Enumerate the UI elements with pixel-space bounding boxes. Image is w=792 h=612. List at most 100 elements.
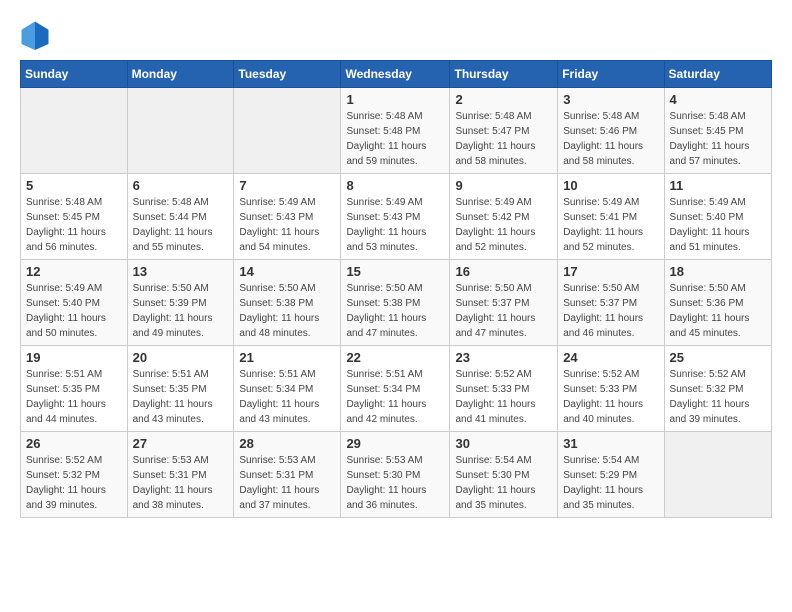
day-number: 22: [346, 350, 444, 365]
day-info: Sunrise: 5:49 AM Sunset: 5:41 PM Dayligh…: [563, 195, 658, 255]
calendar-cell: 3 Sunrise: 5:48 AM Sunset: 5:46 PM Daylig…: [558, 88, 664, 174]
calendar-cell: 13 Sunrise: 5:50 AM Sunset: 5:39 PM Dayli…: [127, 260, 234, 346]
day-info: Sunrise: 5:50 AM Sunset: 5:37 PM Dayligh…: [563, 281, 658, 341]
calendar-cell: 5Sunrise: 5:48 AM Sunset: 5:45 PM Daylig…: [21, 174, 128, 260]
day-number: 14: [239, 264, 335, 279]
day-number: 17: [563, 264, 658, 279]
header: [20, 20, 772, 50]
day-number: 30: [455, 436, 552, 451]
day-info: Sunrise: 5:51 AM Sunset: 5:35 PM Dayligh…: [26, 367, 122, 427]
calendar-cell: 30 Sunrise: 5:54 AM Sunset: 5:30 PM Dayli…: [450, 432, 558, 518]
day-number: 23: [455, 350, 552, 365]
day-info: Sunrise: 5:49 AM Sunset: 5:40 PM Dayligh…: [26, 281, 122, 341]
calendar-cell: 19 Sunrise: 5:51 AM Sunset: 5:35 PM Dayli…: [21, 346, 128, 432]
calendar-cell: [127, 88, 234, 174]
calendar-header-row: SundayMondayTuesdayWednesdayThursdayFrid…: [21, 61, 772, 88]
day-number: 5: [26, 178, 122, 193]
calendar-header-thursday: Thursday: [450, 61, 558, 88]
day-info: Sunrise: 5:52 AM Sunset: 5:32 PM Dayligh…: [670, 367, 766, 427]
day-info: Sunrise: 5:48 AM Sunset: 5:46 PM Dayligh…: [563, 109, 658, 169]
day-number: 8: [346, 178, 444, 193]
calendar-header-monday: Monday: [127, 61, 234, 88]
day-number: 10: [563, 178, 658, 193]
day-info: Sunrise: 5:48 AM Sunset: 5:44 PM Dayligh…: [133, 195, 229, 255]
calendar-cell: 28 Sunrise: 5:53 AM Sunset: 5:31 PM Dayli…: [234, 432, 341, 518]
day-info: Sunrise: 5:52 AM Sunset: 5:32 PM Dayligh…: [26, 453, 122, 513]
day-info: Sunrise: 5:51 AM Sunset: 5:34 PM Dayligh…: [239, 367, 335, 427]
day-info: Sunrise: 5:53 AM Sunset: 5:31 PM Dayligh…: [239, 453, 335, 513]
calendar-cell: 31 Sunrise: 5:54 AM Sunset: 5:29 PM Dayli…: [558, 432, 664, 518]
day-number: 25: [670, 350, 766, 365]
day-number: 16: [455, 264, 552, 279]
calendar-cell: 17 Sunrise: 5:50 AM Sunset: 5:37 PM Dayli…: [558, 260, 664, 346]
calendar-cell: 21 Sunrise: 5:51 AM Sunset: 5:34 PM Dayli…: [234, 346, 341, 432]
calendar-cell: [21, 88, 128, 174]
day-info: Sunrise: 5:53 AM Sunset: 5:31 PM Dayligh…: [133, 453, 229, 513]
day-number: 3: [563, 92, 658, 107]
calendar-header-wednesday: Wednesday: [341, 61, 450, 88]
logo: [20, 20, 54, 50]
calendar-cell: 25 Sunrise: 5:52 AM Sunset: 5:32 PM Dayli…: [664, 346, 771, 432]
day-info: Sunrise: 5:50 AM Sunset: 5:37 PM Dayligh…: [455, 281, 552, 341]
calendar-week-3: 12 Sunrise: 5:49 AM Sunset: 5:40 PM Dayli…: [21, 260, 772, 346]
day-info: Sunrise: 5:54 AM Sunset: 5:29 PM Dayligh…: [563, 453, 658, 513]
logo-icon: [20, 20, 50, 50]
calendar-cell: 6Sunrise: 5:48 AM Sunset: 5:44 PM Daylig…: [127, 174, 234, 260]
calendar-cell: [664, 432, 771, 518]
calendar-header-tuesday: Tuesday: [234, 61, 341, 88]
day-number: 2: [455, 92, 552, 107]
day-number: 28: [239, 436, 335, 451]
day-info: Sunrise: 5:49 AM Sunset: 5:40 PM Dayligh…: [670, 195, 766, 255]
calendar-cell: 18Sunrise: 5:50 AM Sunset: 5:36 PM Dayli…: [664, 260, 771, 346]
day-number: 7: [239, 178, 335, 193]
calendar-header-saturday: Saturday: [664, 61, 771, 88]
calendar-cell: 12 Sunrise: 5:49 AM Sunset: 5:40 PM Dayli…: [21, 260, 128, 346]
day-number: 20: [133, 350, 229, 365]
day-info: Sunrise: 5:49 AM Sunset: 5:42 PM Dayligh…: [455, 195, 552, 255]
day-info: Sunrise: 5:48 AM Sunset: 5:45 PM Dayligh…: [670, 109, 766, 169]
calendar-cell: [234, 88, 341, 174]
day-info: Sunrise: 5:49 AM Sunset: 5:43 PM Dayligh…: [239, 195, 335, 255]
day-info: Sunrise: 5:51 AM Sunset: 5:35 PM Dayligh…: [133, 367, 229, 427]
day-number: 11: [670, 178, 766, 193]
day-info: Sunrise: 5:48 AM Sunset: 5:48 PM Dayligh…: [346, 109, 444, 169]
day-info: Sunrise: 5:53 AM Sunset: 5:30 PM Dayligh…: [346, 453, 444, 513]
day-info: Sunrise: 5:50 AM Sunset: 5:39 PM Dayligh…: [133, 281, 229, 341]
calendar-cell: 14Sunrise: 5:50 AM Sunset: 5:38 PM Dayli…: [234, 260, 341, 346]
calendar-body: 1Sunrise: 5:48 AM Sunset: 5:48 PM Daylig…: [21, 88, 772, 518]
day-info: Sunrise: 5:51 AM Sunset: 5:34 PM Dayligh…: [346, 367, 444, 427]
day-info: Sunrise: 5:50 AM Sunset: 5:38 PM Dayligh…: [346, 281, 444, 341]
day-number: 12: [26, 264, 122, 279]
day-number: 24: [563, 350, 658, 365]
calendar-cell: 7 Sunrise: 5:49 AM Sunset: 5:43 PM Daylig…: [234, 174, 341, 260]
calendar-cell: 20 Sunrise: 5:51 AM Sunset: 5:35 PM Dayli…: [127, 346, 234, 432]
day-info: Sunrise: 5:52 AM Sunset: 5:33 PM Dayligh…: [455, 367, 552, 427]
calendar-cell: 2Sunrise: 5:48 AM Sunset: 5:47 PM Daylig…: [450, 88, 558, 174]
calendar-week-1: 1Sunrise: 5:48 AM Sunset: 5:48 PM Daylig…: [21, 88, 772, 174]
calendar-cell: 27 Sunrise: 5:53 AM Sunset: 5:31 PM Dayli…: [127, 432, 234, 518]
calendar-table: SundayMondayTuesdayWednesdayThursdayFrid…: [20, 60, 772, 518]
calendar-week-5: 26Sunrise: 5:52 AM Sunset: 5:32 PM Dayli…: [21, 432, 772, 518]
calendar-cell: 11 Sunrise: 5:49 AM Sunset: 5:40 PM Dayli…: [664, 174, 771, 260]
day-number: 13: [133, 264, 229, 279]
calendar-cell: 4Sunrise: 5:48 AM Sunset: 5:45 PM Daylig…: [664, 88, 771, 174]
day-info: Sunrise: 5:52 AM Sunset: 5:33 PM Dayligh…: [563, 367, 658, 427]
calendar-cell: 26Sunrise: 5:52 AM Sunset: 5:32 PM Dayli…: [21, 432, 128, 518]
calendar-cell: 9 Sunrise: 5:49 AM Sunset: 5:42 PM Daylig…: [450, 174, 558, 260]
calendar-header-sunday: Sunday: [21, 61, 128, 88]
calendar-cell: 10 Sunrise: 5:49 AM Sunset: 5:41 PM Dayli…: [558, 174, 664, 260]
calendar-cell: 1Sunrise: 5:48 AM Sunset: 5:48 PM Daylig…: [341, 88, 450, 174]
day-number: 15: [346, 264, 444, 279]
calendar-cell: 16 Sunrise: 5:50 AM Sunset: 5:37 PM Dayli…: [450, 260, 558, 346]
day-number: 31: [563, 436, 658, 451]
day-info: Sunrise: 5:54 AM Sunset: 5:30 PM Dayligh…: [455, 453, 552, 513]
day-number: 19: [26, 350, 122, 365]
day-number: 21: [239, 350, 335, 365]
day-number: 18: [670, 264, 766, 279]
day-number: 27: [133, 436, 229, 451]
day-number: 9: [455, 178, 552, 193]
calendar-cell: 23 Sunrise: 5:52 AM Sunset: 5:33 PM Dayli…: [450, 346, 558, 432]
calendar-cell: 8Sunrise: 5:49 AM Sunset: 5:43 PM Daylig…: [341, 174, 450, 260]
calendar-cell: 22 Sunrise: 5:51 AM Sunset: 5:34 PM Dayli…: [341, 346, 450, 432]
calendar-page: SundayMondayTuesdayWednesdayThursdayFrid…: [0, 0, 792, 612]
